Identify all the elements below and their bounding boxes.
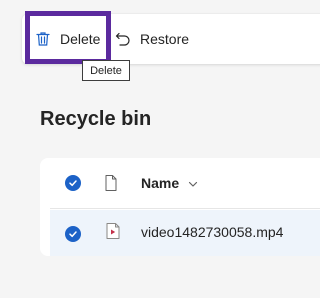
video-file-icon [105, 222, 121, 240]
checkmark-icon [69, 231, 77, 238]
column-header-name[interactable]: Name [141, 175, 179, 191]
delete-tooltip: Delete [82, 60, 130, 81]
file-list: Name video1482730058.mp4 [40, 158, 320, 256]
delete-button[interactable]: Delete [30, 14, 100, 64]
undo-icon [114, 30, 132, 48]
chevron-down-icon[interactable] [187, 177, 199, 189]
file-name[interactable]: video1482730058.mp4 [141, 224, 283, 240]
checkmark-icon [69, 180, 77, 187]
restore-label: Restore [140, 31, 190, 47]
trash-icon [34, 30, 52, 48]
restore-button[interactable]: Restore [114, 14, 189, 64]
select-all-checkbox[interactable] [65, 175, 81, 191]
row-divider [50, 208, 320, 209]
file-icon [104, 174, 118, 192]
delete-label: Delete [60, 31, 101, 47]
list-item[interactable]: video1482730058.mp4 [50, 210, 320, 256]
list-header: Name [40, 158, 320, 208]
page-title: Recycle bin [40, 108, 152, 130]
row-checkbox[interactable] [65, 226, 81, 242]
